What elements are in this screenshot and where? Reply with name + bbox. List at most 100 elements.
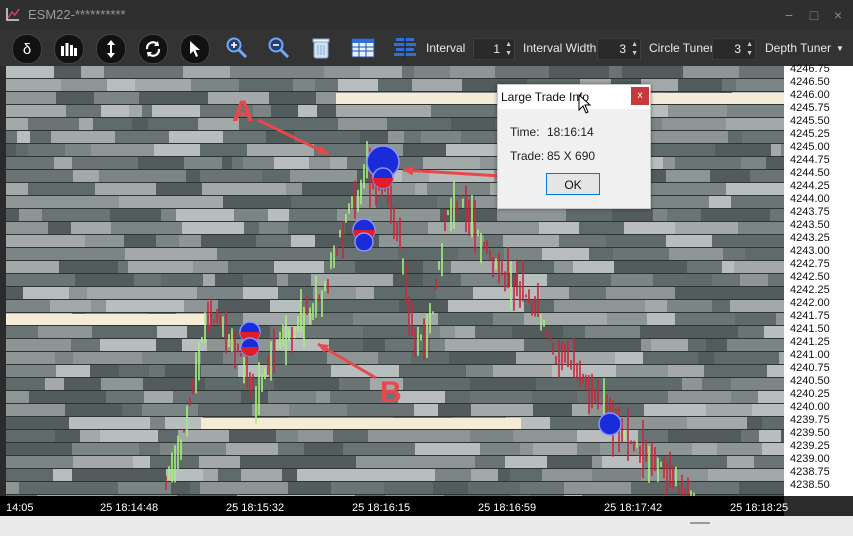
stack-icon [394,36,416,59]
zoom-in-icon [226,37,248,59]
close-button[interactable]: × [829,6,847,24]
price-label: 4242.50 [790,271,830,283]
price-label: 4241.25 [790,336,830,348]
trade-label: Trade: [510,149,545,163]
interval-width-stepper[interactable]: 3 ▲ ▼ [597,38,641,60]
time-tick: 25 18:16:15 [352,502,411,514]
pointer-button[interactable] [180,34,210,64]
price-label: 4246.75 [790,63,830,75]
scrollbar-thumb[interactable] [690,522,710,524]
window-title: ESM22-********** [28,7,126,22]
zoom-out-button[interactable] [265,34,293,62]
price-label: 4243.50 [790,219,830,231]
depth-tuner-dropdown[interactable]: ▼ [836,44,844,53]
volume-bars-button[interactable] [54,34,84,64]
mouse-cursor-icon [578,94,592,114]
zoom-in-button[interactable] [223,34,251,62]
toolbar: δ Interval 1 ▲ ▼ Interval Width 3 ▲ ▼ Ci… [0,30,853,66]
price-label: 4238.50 [790,479,830,491]
title-bar: ESM22-********** − □ × [0,0,853,30]
large-trade-bubble [598,412,622,436]
interval-width-value: 3 [619,42,626,56]
price-label: 4240.75 [790,362,830,374]
circle-tuner-value: 3 [734,42,741,56]
dialog-close-button[interactable]: x [631,87,649,105]
time-tick: 25 18:16:59 [478,502,537,514]
price-label: 4246.50 [790,76,830,88]
vertical-arrows-icon [107,40,115,58]
horizontal-scrollbar[interactable] [0,516,853,536]
price-label: 4239.50 [790,427,830,439]
price-label: 4242.00 [790,297,830,309]
price-label: 4243.00 [790,245,830,257]
price-label: 4245.75 [790,102,830,114]
price-label: 4239.75 [790,414,830,426]
time-tick: 25 18:18:25 [730,502,789,514]
price-label: 4245.50 [790,115,830,127]
dialog-title: Large Trade Info [501,90,590,104]
pointer-icon [190,41,200,57]
price-label: 4244.25 [790,180,830,192]
maximize-button[interactable]: □ [805,6,823,24]
interval-stepper[interactable]: 1 ▲ ▼ [473,38,515,60]
minimize-button[interactable]: − [780,6,798,24]
stepper-arrows-icon[interactable]: ▲ ▼ [631,40,638,58]
price-label: 4241.75 [790,310,830,322]
stepper-arrows-icon[interactable]: ▲ ▼ [505,40,512,58]
price-label: 4239.25 [790,440,830,452]
liquidity-band [6,314,206,325]
price-label: 4244.50 [790,167,830,179]
refresh-button[interactable] [138,34,168,64]
trash-icon [312,38,330,59]
price-label: 4245.25 [790,128,830,140]
liquidity-band [201,418,521,429]
time-tick: 25 18:14:48 [100,502,159,514]
order-flow-chart[interactable] [6,66,784,496]
price-axis: 4246.75 4246.50 4246.00 4245.75 4245.50 4245.… [784,63,853,496]
vertical-scale-button[interactable] [96,34,126,64]
trade-value: 85 X 690 [547,149,596,163]
price-label: 4241.00 [790,349,830,361]
price-label: 4240.50 [790,375,830,387]
stack-button[interactable] [391,34,419,62]
time-label: Time: [510,125,540,139]
price-label: 4240.00 [790,401,830,413]
refresh-icon [145,41,161,57]
price-label: 4239.00 [790,453,830,465]
liquidity-band [336,93,436,104]
price-label: 4238.75 [790,466,830,478]
ok-button[interactable]: OK [546,173,600,195]
time-tick: 25 18:17:42 [604,502,663,514]
grid-icon [351,38,375,58]
price-label: 4245.00 [790,141,830,153]
grid-button[interactable] [349,34,377,62]
interval-width-label: Interval Width [523,41,597,55]
time-axis: 14:05 25 18:14:48 25 18:15:32 25 18:16:1… [0,496,788,516]
time-tick: 25 18:15:32 [226,502,285,514]
large-trade-info-dialog: Large Trade Info x Time: 18:16:14 Trade:… [497,84,651,209]
price-label: 4244.75 [790,154,830,166]
interval-label: Interval [426,41,466,55]
time-tick: 14:05 [6,502,34,514]
app-logo-icon [6,8,20,21]
price-label: 4241.50 [790,323,830,335]
delta-button[interactable]: δ [12,34,42,64]
clear-button[interactable] [307,34,335,62]
interval-value: 1 [493,42,500,56]
price-label: 4244.00 [790,193,830,205]
depth-tuner-label: Depth Tuner [765,41,832,55]
price-label: 4242.25 [790,284,830,296]
annotation-a: A [232,95,254,128]
delta-icon: δ [22,40,32,58]
price-label: 4242.75 [790,258,830,270]
volume-bars-icon [61,43,77,56]
zoom-out-icon [268,37,290,59]
price-label: 4243.25 [790,232,830,244]
price-label: 4240.25 [790,388,830,400]
price-label: 4243.75 [790,206,830,218]
circle-tuner-stepper[interactable]: 3 ▲ ▼ [712,38,756,60]
stepper-arrows-icon[interactable]: ▲ ▼ [746,40,753,58]
annotation-b: B [380,376,402,409]
time-value: 18:16:14 [547,125,594,139]
dialog-title-bar[interactable]: Large Trade Info x [498,85,650,109]
